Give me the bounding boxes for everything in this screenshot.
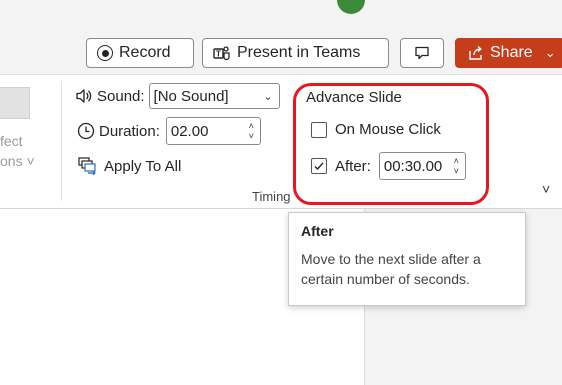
present-in-teams-button[interactable]: T Present in Teams xyxy=(202,38,389,68)
sound-dropdown[interactable]: [No Sound] ⌄ xyxy=(148,83,280,109)
command-bar: Record T Present in Teams Share ⌄ xyxy=(0,30,562,74)
sound-row: Sound: [No Sound] ⌄ xyxy=(75,83,280,109)
duration-label: Duration: xyxy=(99,122,160,140)
record-label: Record xyxy=(119,44,171,61)
record-button[interactable]: Record xyxy=(86,38,194,68)
duration-row: Duration: 02.00 ˄ ˅ xyxy=(77,117,261,145)
group-divider xyxy=(61,81,62,201)
chevron-down-icon: ⌄ xyxy=(263,90,273,103)
avatar[interactable] xyxy=(337,0,365,14)
effect-options-label-partial[interactable]: fect xyxy=(0,133,23,149)
chevron-down-icon[interactable]: ˅ xyxy=(249,131,254,141)
share-button[interactable]: Share ⌄ xyxy=(455,38,562,68)
apply-to-all-label: Apply To All xyxy=(104,157,182,175)
record-icon xyxy=(97,45,113,61)
after-tooltip: After Move to the next slide after a cer… xyxy=(288,212,526,306)
tooltip-title: After xyxy=(301,223,334,239)
svg-text:T: T xyxy=(216,50,221,59)
tooltip-body: Move to the next slide after a certain n… xyxy=(301,251,481,287)
chevron-up-icon[interactable]: ˄ xyxy=(249,121,254,131)
share-label: Share xyxy=(490,44,533,61)
spin-arrows[interactable]: ˄ ˅ xyxy=(249,121,254,141)
comment-icon xyxy=(414,45,430,61)
sound-label: Sound: xyxy=(97,87,145,105)
title-bar xyxy=(0,0,562,30)
sound-value: [No Sound] xyxy=(153,87,229,105)
transitions-ribbon: fect ons ˅ Sound: [No Sound] ⌄ Duration:… xyxy=(0,74,562,208)
share-icon xyxy=(468,45,484,61)
teams-icon: T xyxy=(213,45,231,61)
speaker-icon xyxy=(75,88,93,104)
advance-slide-highlight xyxy=(293,83,489,205)
effect-options-label-partial-2[interactable]: ons ˅ xyxy=(0,153,35,169)
present-label: Present in Teams xyxy=(237,44,361,61)
apply-all-icon xyxy=(78,157,98,175)
expand-chevron-icon[interactable]: ˅ xyxy=(542,181,550,197)
clock-icon xyxy=(77,122,95,140)
effect-preview-thumbnail[interactable] xyxy=(0,87,30,119)
duration-stepper[interactable]: 02.00 ˄ ˅ xyxy=(165,117,261,145)
apply-to-all-button[interactable]: Apply To All xyxy=(78,157,181,175)
chevron-down-icon[interactable]: ⌄ xyxy=(545,45,556,61)
timing-group-label: Timing xyxy=(252,189,291,204)
duration-value: 02.00 xyxy=(170,122,209,140)
comments-button[interactable] xyxy=(400,38,444,68)
